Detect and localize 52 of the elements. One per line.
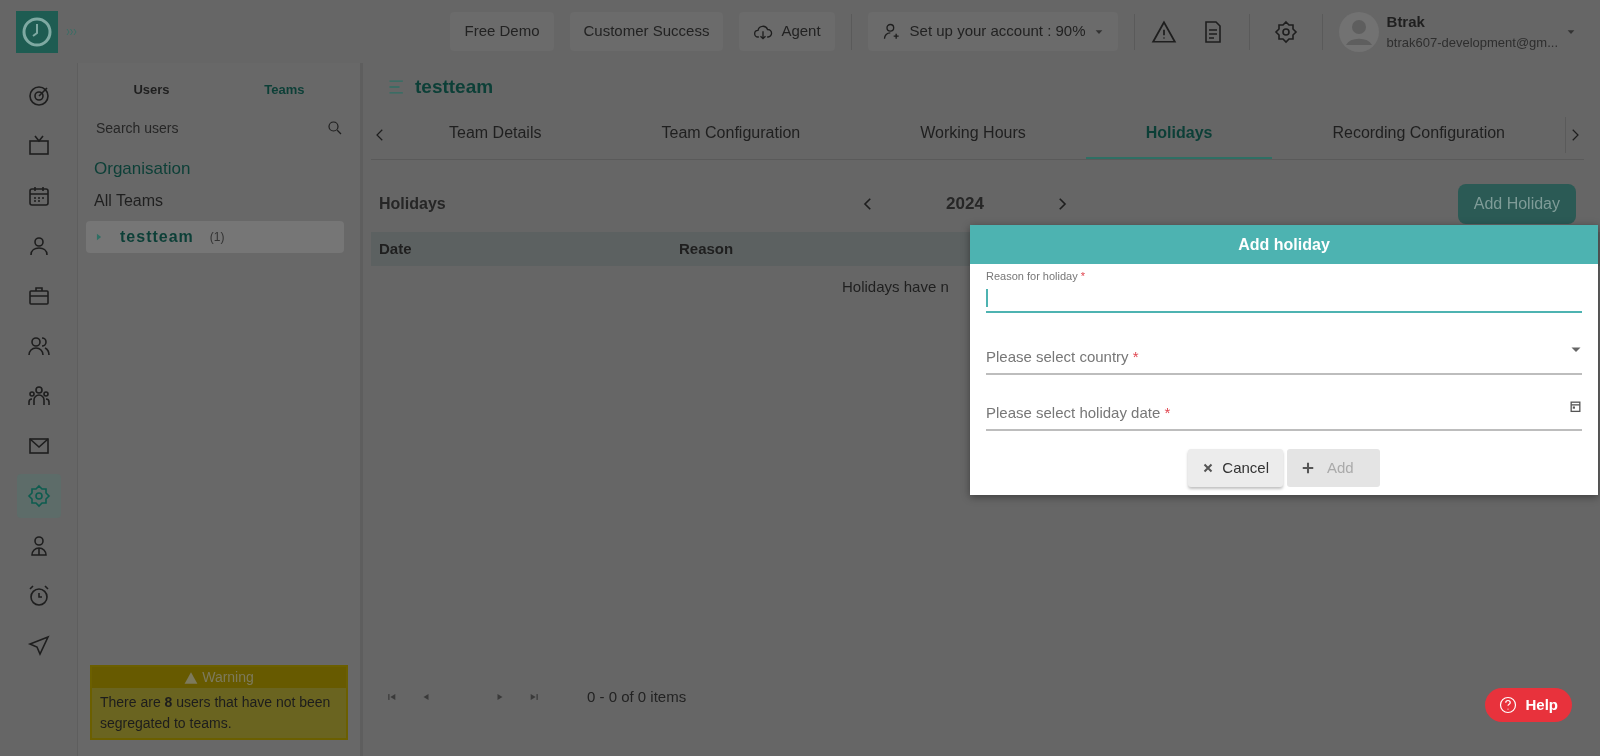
cancel-button[interactable]: Cancel xyxy=(1188,448,1283,487)
help-button[interactable]: Help xyxy=(1485,687,1572,722)
column-header: Reason xyxy=(679,238,734,259)
close-icon xyxy=(1202,461,1215,474)
warning-icon[interactable] xyxy=(1150,18,1177,45)
last-page-icon[interactable] xyxy=(529,691,539,702)
target-icon[interactable] xyxy=(26,84,51,108)
warning-icon xyxy=(184,670,199,685)
empty-message: Holidays have n xyxy=(842,277,949,297)
header-button[interactable]: Customer Success xyxy=(569,12,724,51)
year-label: 2024 xyxy=(945,193,985,216)
sidebar-tab[interactable]: Users xyxy=(127,79,176,101)
add-holiday-button[interactable]: Add Holiday xyxy=(1457,184,1576,224)
country-select[interactable]: Please select country * xyxy=(986,336,1582,375)
header-button[interactable]: Free Demo xyxy=(450,12,554,51)
previous-page-icon[interactable] xyxy=(421,691,431,702)
all-teams-item[interactable]: All Teams xyxy=(86,189,352,213)
tv-icon[interactable] xyxy=(26,134,51,158)
tab[interactable]: Team Configuration xyxy=(601,111,861,159)
warning-message: There are 8 users that have not been segregated to teams. xyxy=(99,693,332,733)
organisation-heading: Organisation xyxy=(93,157,192,180)
clock-logo[interactable] xyxy=(16,10,58,53)
team-title: testteam xyxy=(415,74,494,99)
first-page-icon[interactable] xyxy=(387,691,397,702)
tab[interactable]: Team Details xyxy=(389,111,602,159)
help-icon xyxy=(1499,695,1518,714)
search-field[interactable]: Search users xyxy=(94,116,326,140)
plus-icon xyxy=(1301,460,1315,475)
tree-item[interactable]: testteam (1) xyxy=(86,221,344,253)
user-email: btrak607-development@gm... xyxy=(1386,34,1558,52)
group-icon[interactable] xyxy=(26,384,51,408)
setup-account-button[interactable]: Set up your account : 90% xyxy=(867,12,1118,51)
settings-icon[interactable] xyxy=(1273,19,1298,44)
calendar-icon[interactable] xyxy=(1569,399,1582,413)
user-settings-icon xyxy=(881,21,902,42)
search-icon[interactable] xyxy=(326,119,344,137)
user-name: Btrak xyxy=(1386,11,1426,32)
tab[interactable]: Holidays xyxy=(1085,111,1273,159)
dialog-title: Add holiday xyxy=(970,225,1598,264)
tab[interactable]: Working Hours xyxy=(860,111,1086,159)
warning-title: Warning xyxy=(202,668,254,687)
column-header: Date xyxy=(379,238,413,259)
pager-summary: 0 - 0 of 0 items xyxy=(587,686,687,707)
sidebar-tab[interactable]: Teams xyxy=(258,79,311,101)
send-icon[interactable] xyxy=(26,634,51,658)
briefcase-icon[interactable] xyxy=(26,284,51,308)
tab[interactable]: Recording Configuration xyxy=(1272,111,1565,159)
date-field[interactable]: Please select holiday date * xyxy=(986,392,1582,431)
agent-button[interactable]: Agent xyxy=(739,12,835,51)
section-title: Holidays xyxy=(379,194,447,214)
reason-field[interactable]: Reason for holiday * xyxy=(986,268,1582,313)
people-icon[interactable] xyxy=(26,334,51,358)
